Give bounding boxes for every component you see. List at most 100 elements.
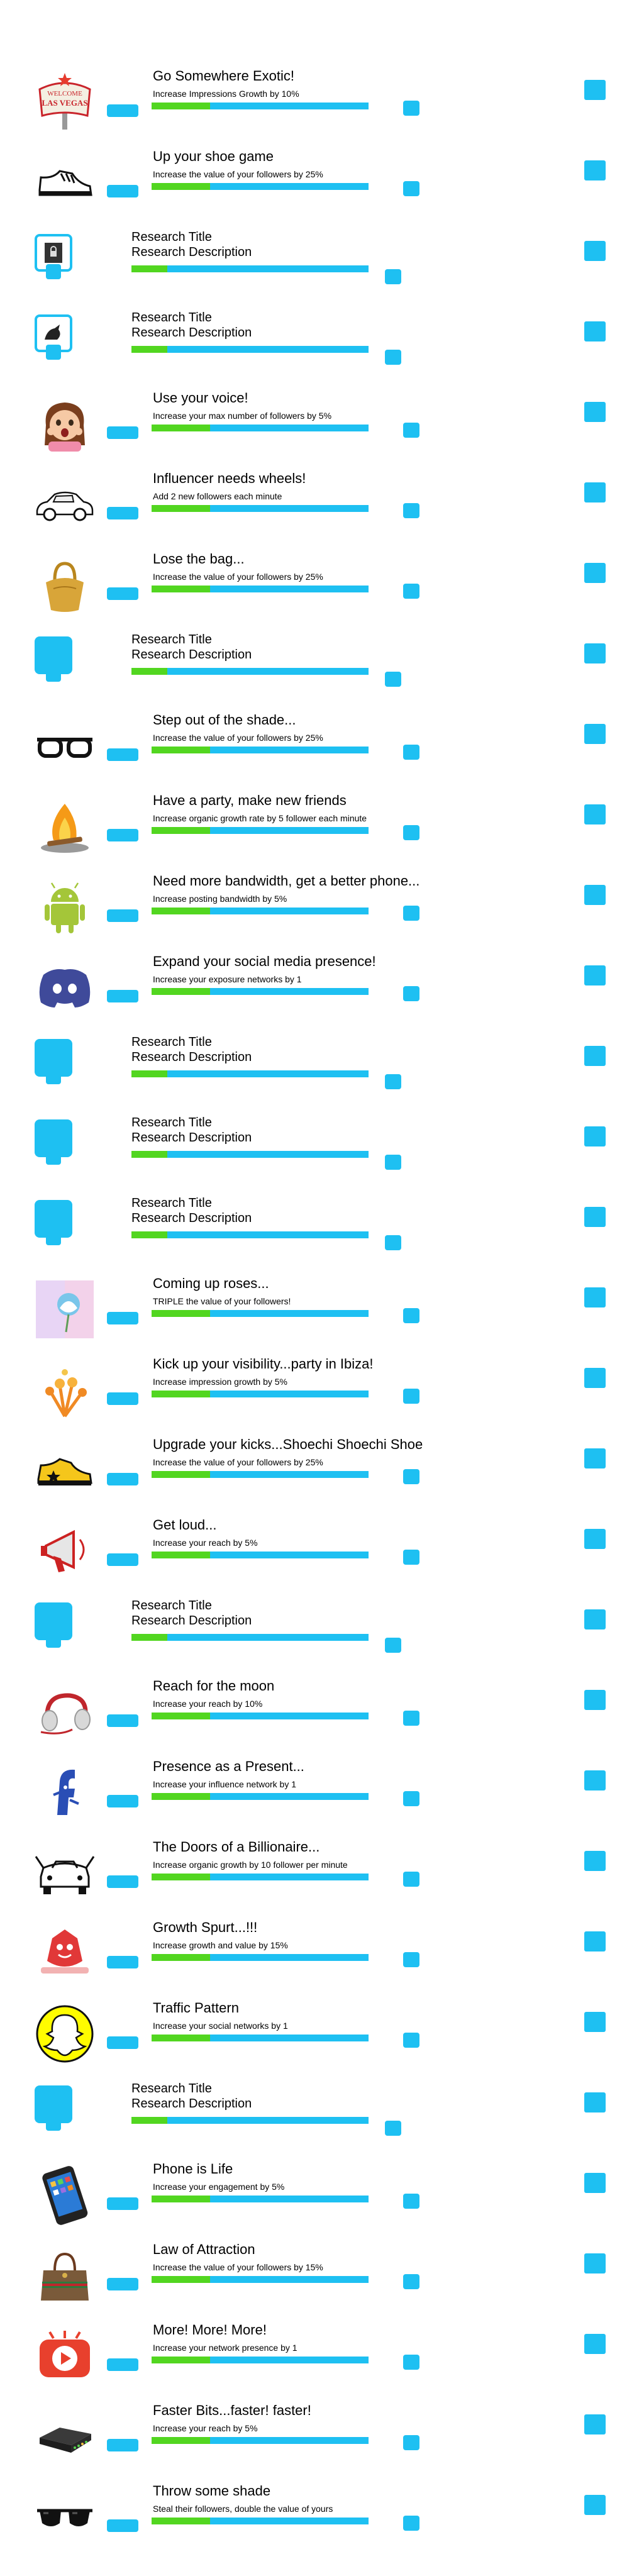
upgrade-action-button[interactable] (403, 1791, 419, 1806)
info-button[interactable] (107, 104, 138, 117)
purchase-button[interactable] (584, 2173, 606, 2193)
info-button[interactable] (107, 2519, 138, 2532)
info-button[interactable] (46, 1230, 61, 1245)
info-button[interactable] (107, 2036, 138, 2049)
info-button[interactable] (46, 1069, 61, 1084)
purchase-button[interactable] (584, 1851, 606, 1871)
progress-fill (152, 1874, 211, 1880)
upgrade-action-button[interactable] (403, 423, 419, 438)
info-button[interactable] (107, 426, 138, 439)
upgrade-title: Phone is Life (153, 2161, 233, 2177)
upgrade-action-button[interactable] (385, 269, 401, 284)
purchase-button[interactable] (584, 241, 606, 261)
upgrade-action-button[interactable] (385, 350, 401, 365)
upgrade-action-button[interactable] (403, 2033, 419, 2048)
purchase-button[interactable] (584, 2495, 606, 2515)
upgrade-action-button[interactable] (403, 1389, 419, 1404)
upgrade-action-button[interactable] (385, 1638, 401, 1653)
upgrade-title: Research Title (131, 230, 212, 244)
info-button[interactable] (107, 1714, 138, 1727)
upgrade-action-button[interactable] (385, 1074, 401, 1089)
purchase-button[interactable] (584, 724, 606, 744)
info-button[interactable] (107, 2197, 138, 2210)
purchase-button[interactable] (584, 1770, 606, 1790)
info-button[interactable] (46, 264, 61, 279)
info-button[interactable] (107, 507, 138, 519)
upgrade-action-button[interactable] (403, 2274, 419, 2289)
upgrade-action-button[interactable] (403, 1550, 419, 1565)
upgrade-action-button[interactable] (403, 1711, 419, 1726)
info-button[interactable] (107, 1473, 138, 1485)
upgrade-action-button[interactable] (403, 906, 419, 921)
info-button[interactable] (107, 829, 138, 841)
upgrade-action-button[interactable] (403, 2435, 419, 2450)
purchase-button[interactable] (584, 1609, 606, 1629)
purchase-button[interactable] (584, 2334, 606, 2354)
upgrade-description: Increase the value of your followers by … (153, 2262, 323, 2272)
upgrade-action-button[interactable] (385, 1235, 401, 1250)
upgrade-action-button[interactable] (385, 2121, 401, 2136)
purchase-button[interactable] (584, 1126, 606, 1146)
purchase-button[interactable] (584, 1448, 606, 1468)
info-button[interactable] (46, 1633, 61, 1648)
purchase-button[interactable] (584, 2092, 606, 2112)
upgrade-action-button[interactable] (403, 584, 419, 599)
info-button[interactable] (46, 2116, 61, 2131)
purchase-button[interactable] (584, 80, 606, 100)
purchase-button[interactable] (584, 1207, 606, 1227)
purchase-button[interactable] (584, 965, 606, 985)
info-button[interactable] (107, 2439, 138, 2451)
info-button[interactable] (46, 667, 61, 682)
info-button[interactable] (107, 1312, 138, 1324)
info-button[interactable] (107, 909, 138, 922)
info-button[interactable] (46, 345, 61, 360)
upgrade-action-button[interactable] (385, 1155, 401, 1170)
info-button[interactable] (46, 1150, 61, 1165)
info-button[interactable] (107, 990, 138, 1002)
upgrade-action-button[interactable] (403, 503, 419, 518)
purchase-button[interactable] (584, 1931, 606, 1951)
info-button[interactable] (107, 1795, 138, 1807)
upgrade-action-button[interactable] (403, 986, 419, 1001)
purchase-button[interactable] (584, 804, 606, 824)
info-button[interactable] (107, 1875, 138, 1888)
purchase-button[interactable] (584, 402, 606, 422)
purchase-button[interactable] (584, 482, 606, 502)
upgrade-action-button[interactable] (403, 101, 419, 116)
upgrade-row: More! More! More! Increase your network p… (0, 2317, 644, 2397)
purchase-button[interactable] (584, 160, 606, 180)
info-button[interactable] (107, 185, 138, 197)
info-button[interactable] (107, 2358, 138, 2371)
purchase-button[interactable] (584, 643, 606, 663)
info-button[interactable] (107, 748, 138, 761)
info-button[interactable] (107, 1392, 138, 1405)
upgrade-action-button[interactable] (403, 2355, 419, 2370)
purchase-button[interactable] (584, 563, 606, 583)
purchase-button[interactable] (584, 321, 606, 341)
info-button[interactable] (107, 587, 138, 600)
purchase-button[interactable] (584, 1529, 606, 1549)
upgrade-action-button[interactable] (403, 2516, 419, 2531)
roses-icon (35, 1279, 95, 1340)
purchase-button[interactable] (584, 885, 606, 905)
info-button[interactable] (107, 1956, 138, 1968)
upgrade-action-button[interactable] (403, 1308, 419, 1323)
purchase-button[interactable] (584, 1368, 606, 1388)
purchase-button[interactable] (584, 2414, 606, 2434)
purchase-button[interactable] (584, 1690, 606, 1710)
upgrade-action-button[interactable] (403, 2194, 419, 2209)
progress-fill (152, 425, 211, 431)
upgrade-action-button[interactable] (403, 745, 419, 760)
purchase-button[interactable] (584, 2253, 606, 2273)
upgrade-action-button[interactable] (403, 1872, 419, 1887)
info-button[interactable] (107, 2278, 138, 2290)
upgrade-action-button[interactable] (403, 825, 419, 840)
upgrade-action-button[interactable] (403, 1469, 419, 1484)
purchase-button[interactable] (584, 1287, 606, 1307)
purchase-button[interactable] (584, 1046, 606, 1066)
purchase-button[interactable] (584, 2012, 606, 2032)
info-button[interactable] (107, 1553, 138, 1566)
upgrade-action-button[interactable] (403, 181, 419, 196)
upgrade-action-button[interactable] (385, 672, 401, 687)
upgrade-action-button[interactable] (403, 1952, 419, 1967)
